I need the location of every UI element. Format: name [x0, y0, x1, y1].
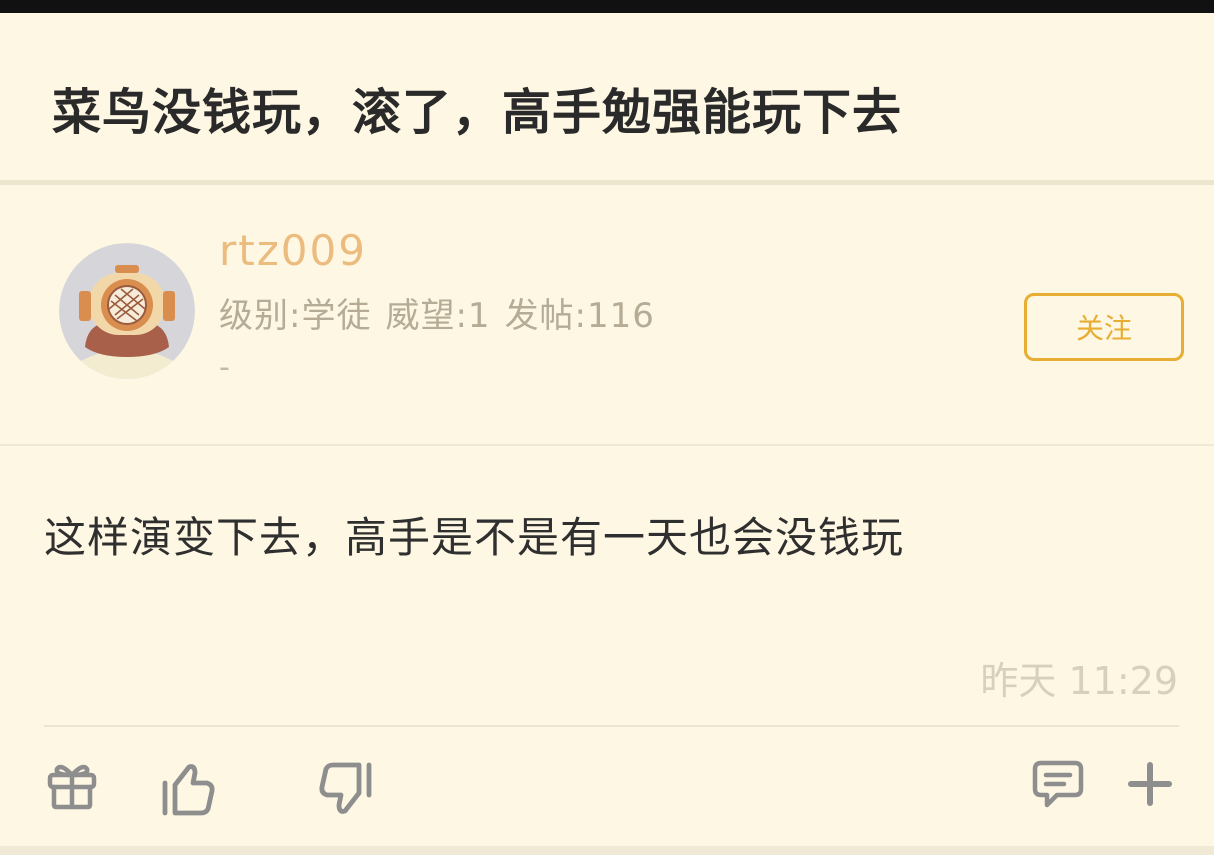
follow-button[interactable]: 关注	[1024, 293, 1184, 361]
author-post-count: 发帖:116	[504, 296, 655, 336]
gift-icon	[47, 764, 97, 810]
dislike-button[interactable]	[316, 760, 376, 820]
status-bar	[0, 0, 1214, 13]
author-username[interactable]: rtz009	[219, 226, 367, 275]
post-content: 这样演变下去，高手是不是有一天也会没钱玩	[44, 513, 905, 562]
like-button[interactable]	[158, 758, 218, 818]
plus-icon	[1128, 762, 1172, 806]
author-avatar[interactable]	[59, 243, 195, 379]
header-divider	[0, 180, 1214, 185]
comment-button[interactable]	[1030, 758, 1086, 810]
thumbs-down-icon	[319, 762, 372, 814]
post-timestamp: 昨天 11:29	[980, 659, 1178, 703]
more-button[interactable]	[1124, 758, 1176, 810]
thumbs-up-icon	[162, 764, 215, 816]
author-divider	[0, 444, 1214, 446]
gift-button[interactable]	[44, 758, 100, 812]
thread-header: 菜鸟没钱玩，滚了，高手勉强能玩下去	[0, 13, 1214, 180]
author-prestige: 威望:1	[385, 296, 491, 336]
author-level: 级别:学徒	[219, 296, 372, 336]
diver-helmet-avatar-icon	[59, 243, 195, 379]
bottom-divider	[0, 846, 1214, 855]
action-divider	[44, 725, 1179, 727]
thread-title: 菜鸟没钱玩，滚了，高手勉强能玩下去	[52, 84, 903, 141]
author-signature: -	[219, 350, 230, 385]
comment-icon	[1032, 760, 1084, 808]
author-meta: 级别:学徒 威望:1 发帖:116	[219, 288, 669, 337]
